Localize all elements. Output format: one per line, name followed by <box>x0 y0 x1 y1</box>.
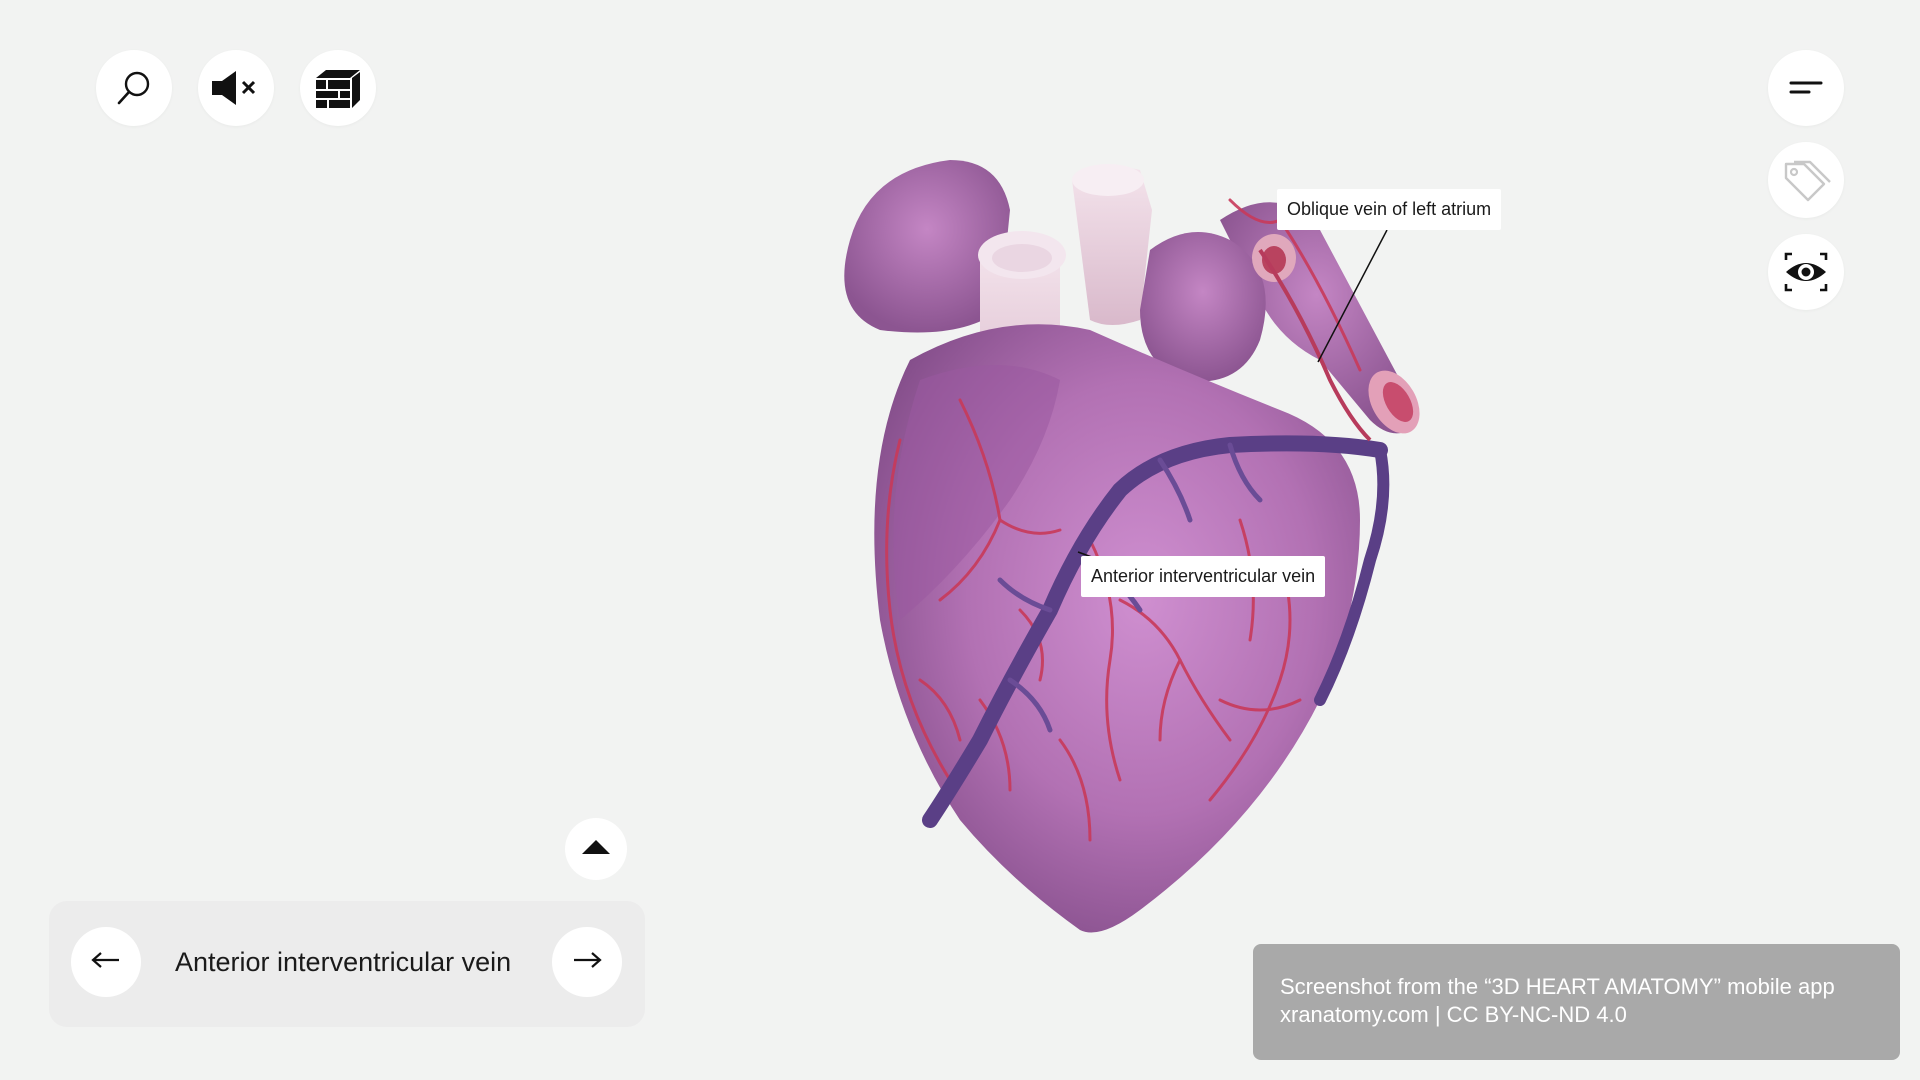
tags-button[interactable] <box>1768 142 1844 218</box>
next-structure-button[interactable] <box>552 927 622 997</box>
tag-icon <box>1780 158 1832 202</box>
mute-button[interactable] <box>198 50 274 126</box>
heart-model <box>844 160 1420 933</box>
arrow-right-icon <box>571 950 603 975</box>
menu-button[interactable] <box>1768 50 1844 126</box>
structure-navigation-panel: Anterior interventricular vein <box>49 901 645 1027</box>
search-icon <box>114 68 154 108</box>
credit-line-2: xranatomy.com | CC BY-NC-ND 4.0 <box>1280 1002 1627 1027</box>
label-oblique-vein-left-atrium[interactable]: Oblique vein of left atrium <box>1277 189 1502 230</box>
label-anterior-interventricular-vein[interactable]: Anterior interventricular vein <box>1081 556 1326 597</box>
triangle-up-icon <box>580 837 612 862</box>
current-structure-title: Anterior interventricular vein <box>175 947 512 977</box>
eye-focus-icon <box>1782 250 1830 294</box>
search-button[interactable] <box>96 50 172 126</box>
credit-watermark: Screenshot from the “3D HEART AMATOMY” m… <box>1253 944 1900 1060</box>
layers-button[interactable] <box>300 50 376 126</box>
expand-panel-button[interactable] <box>565 818 627 880</box>
heart-3d-viewport[interactable] <box>760 140 1480 960</box>
previous-structure-button[interactable] <box>71 927 141 997</box>
arrow-left-icon <box>90 950 122 975</box>
credit-line-1: Screenshot from the “3D HEART AMATOMY” m… <box>1280 974 1835 999</box>
speaker-muted-icon <box>209 68 263 108</box>
layers-icon <box>314 66 362 110</box>
menu-icon <box>1789 78 1823 98</box>
view-focus-button[interactable] <box>1768 234 1844 310</box>
